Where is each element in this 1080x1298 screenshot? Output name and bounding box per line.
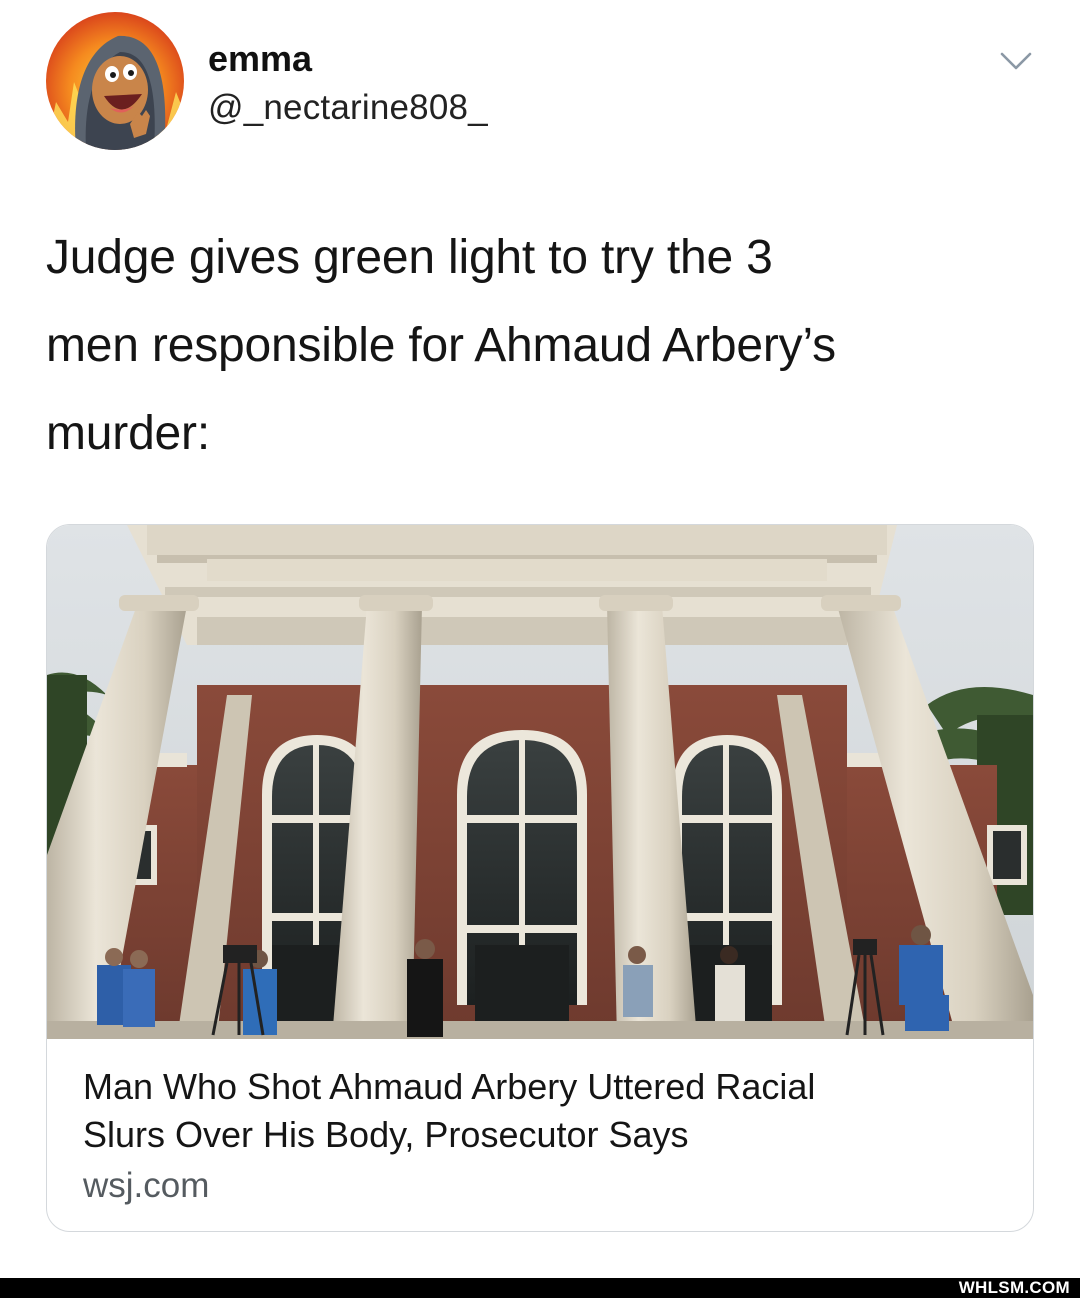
card-title-line: Man Who Shot Ahmaud Arbery Uttered Racia… <box>83 1066 816 1107</box>
tweet-text-line: men responsible for Ahmaud Arbery’s <box>46 319 836 372</box>
tweet-text: Judge gives green light to try the 3 men… <box>46 214 1036 478</box>
chevron-down-icon[interactable] <box>996 40 1036 80</box>
user-block: emma @_nectarine808_ <box>208 38 488 130</box>
avatar[interactable] <box>46 12 184 150</box>
card-body: Man Who Shot Ahmaud Arbery Uttered Racia… <box>83 1063 1003 1209</box>
card-title-line: Slurs Over His Body, Prosecutor Says <box>83 1114 689 1155</box>
card-domain: wsj.com <box>83 1166 210 1205</box>
user-handle[interactable]: @_nectarine808_ <box>208 86 488 130</box>
watermark-text: WHLSM.COM <box>958 1278 1070 1297</box>
link-preview-card[interactable]: Man Who Shot Ahmaud Arbery Uttered Racia… <box>46 524 1034 1232</box>
watermark-bar: WHLSM.COM <box>0 1278 1080 1298</box>
courthouse-photo <box>47 525 1033 1039</box>
cartoon-character-avatar-icon <box>46 12 184 150</box>
card-title[interactable]: Man Who Shot Ahmaud Arbery Uttered Racia… <box>83 1063 1003 1159</box>
tweet-text-line: Judge gives green light to try the 3 <box>46 231 773 284</box>
tweet-header: emma @_nectarine808_ <box>46 12 1036 152</box>
display-name[interactable]: emma <box>208 38 488 80</box>
tweet-text-line: murder: <box>46 407 210 460</box>
